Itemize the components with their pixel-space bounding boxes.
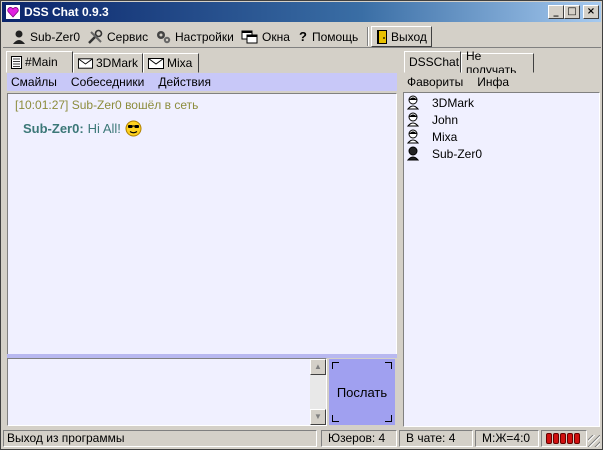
tab-main-label: #Main — [25, 55, 58, 69]
system-message: [10:01:27] Sub-Zer0 вошёл в сеть — [15, 98, 199, 112]
smileys-menu[interactable]: Смайлы — [11, 75, 57, 89]
status-ratio: М:Ж=4:0 — [475, 430, 539, 447]
info-menu[interactable]: Инфа — [477, 75, 509, 89]
chat-log[interactable]: [10:01:27] Sub-Zer0 вошёл в сеть Sub-Zer… — [7, 93, 397, 355]
message-text: Hi All! — [87, 121, 121, 136]
status-led-icon — [560, 433, 566, 444]
settings-icon — [157, 30, 171, 43]
tab-dsschat[interactable]: DSSChat — [404, 51, 461, 73]
user-name: John — [432, 112, 459, 127]
user-icon — [13, 30, 25, 44]
title-bar[interactable]: DSS Chat 0.9.3 _ □ × — [2, 2, 601, 22]
toolbar-separator — [367, 27, 369, 46]
tab-mixa[interactable]: Mixa — [143, 53, 199, 73]
tab-mixa-label: Mixa — [167, 56, 193, 70]
toolbar: Sub-Zer0 Сервис Настройки Окна ? Помощь … — [3, 24, 601, 48]
user-online-icon — [406, 146, 420, 161]
envelope-icon — [148, 57, 164, 69]
scroll-down-button[interactable]: ▼ — [310, 409, 326, 425]
toolbar-settings-label: Настройки — [175, 29, 234, 44]
toolbar-user-label: Sub-Zer0 — [30, 29, 81, 44]
envelope-icon — [78, 57, 93, 69]
tools-icon — [88, 29, 103, 44]
actions-menu[interactable]: Действия — [158, 75, 211, 89]
toolbar-windows-label: Окна — [262, 29, 290, 44]
user-list-item[interactable]: John — [404, 111, 458, 128]
user-list-item[interactable]: Mixa — [404, 128, 457, 145]
user-list[interactable]: 3DMark John Mixa Sub-Zer0 — [403, 92, 600, 427]
toolbar-service-button[interactable]: Сервис — [85, 26, 150, 47]
toolbar-windows-button[interactable]: Окна — [239, 26, 292, 47]
user-list-item[interactable]: Sub-Zer0 — [404, 145, 482, 162]
favorites-menu[interactable]: Фавориты — [407, 75, 463, 89]
tab-not-receive[interactable]: Не получать — [461, 49, 534, 77]
help-icon: ? — [299, 29, 307, 44]
tab-main[interactable]: #Main — [6, 51, 73, 73]
status-led-icon — [553, 433, 559, 444]
maximize-button[interactable]: □ — [564, 5, 580, 19]
users-menu-bar: Фавориты Инфа — [403, 73, 600, 91]
user-away-icon — [406, 112, 420, 127]
toolbar-exit-button[interactable]: Выход — [371, 26, 432, 47]
chat-message: Sub-Zer0: Hi All! — [23, 120, 142, 137]
cool-smiley-icon — [125, 120, 142, 137]
send-button[interactable]: Послать — [329, 359, 395, 425]
user-name: Sub-Zer0 — [432, 146, 483, 161]
interlocutors-menu[interactable]: Собеседники — [71, 75, 144, 89]
toolbar-service-label: Сервис — [107, 29, 149, 44]
toolbar-user-button[interactable]: Sub-Zer0 — [9, 26, 82, 47]
status-users-count: Юзеров: 4 — [321, 430, 397, 447]
minimize-button[interactable]: _ — [548, 5, 564, 19]
toolbar-help-button[interactable]: ? Помощь — [297, 26, 360, 47]
tab-3dmark-label: 3DMark — [95, 56, 138, 70]
toolbar-help-label: Помощь — [311, 29, 359, 44]
status-hint: Выход из программы — [3, 430, 317, 447]
input-scrollbar[interactable]: ▲ ▼ — [310, 359, 326, 425]
user-away-icon — [406, 129, 420, 144]
tab-dsschat-label: DSSChat — [409, 55, 460, 69]
windows-icon — [241, 30, 258, 43]
status-led-icon — [567, 433, 573, 444]
user-away-icon — [406, 95, 420, 110]
user-name: 3DMark — [432, 95, 475, 110]
channel-icon — [11, 55, 22, 69]
tab-3dmark[interactable]: 3DMark — [73, 53, 143, 73]
message-input[interactable]: ▲ ▼ — [7, 358, 327, 426]
status-leds — [541, 430, 587, 447]
close-button[interactable]: × — [583, 5, 599, 19]
main-window: DSS Chat 0.9.3 _ □ × Sub-Zer0 Сервис Нас… — [0, 0, 603, 450]
scroll-up-button[interactable]: ▲ — [310, 359, 326, 375]
toolbar-settings-button[interactable]: Настройки — [153, 26, 236, 47]
status-led-icon — [574, 433, 580, 444]
window-title: DSS Chat 0.9.3 — [24, 5, 109, 19]
toolbar-exit-label: Выход — [391, 29, 427, 44]
status-bar: Выход из программы Юзеров: 4 В чате: 4 М… — [3, 429, 601, 448]
message-nick: Sub-Zer0: — [23, 121, 84, 136]
app-heart-icon — [6, 5, 20, 19]
user-name: Mixa — [432, 129, 458, 144]
status-led-icon — [546, 433, 552, 444]
chat-menu-bar: Смайлы Собеседники Действия — [7, 73, 397, 91]
exit-door-icon — [377, 29, 387, 44]
send-button-label: Послать — [336, 384, 388, 400]
resize-grip[interactable] — [588, 435, 600, 447]
status-in-chat: В чате: 4 — [399, 430, 473, 447]
user-list-item[interactable]: 3DMark — [404, 94, 474, 111]
